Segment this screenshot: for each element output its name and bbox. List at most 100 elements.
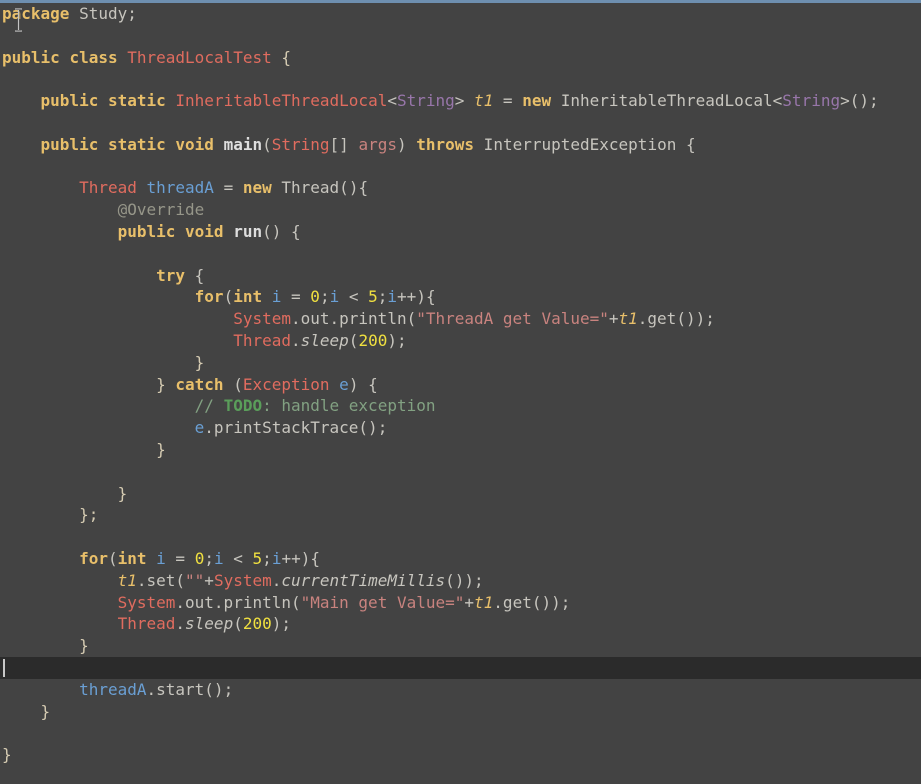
code-line[interactable]: e.printStackTrace(); [0, 417, 921, 439]
code-token: String [396, 91, 455, 111]
code-token: .get()); [637, 309, 715, 329]
code-line[interactable] [0, 656, 921, 679]
code-token: }; [79, 505, 99, 525]
code-line[interactable]: Thread threadA = new Thread(){ [0, 177, 921, 199]
code-line[interactable]: }; [0, 504, 921, 526]
code-token: new [242, 178, 272, 198]
code-line[interactable]: System.out.println("ThreadA get Value="+… [0, 308, 921, 330]
code-token: ( [107, 548, 118, 568]
code-line[interactable]: public static InheritableThreadLocal<Str… [0, 90, 921, 112]
code-line[interactable] [0, 68, 921, 90]
code-token: ( [223, 374, 243, 394]
code-token: ) { [348, 374, 378, 394]
code-token: + [608, 309, 619, 329]
code-token: 5 [368, 287, 378, 307]
code-line[interactable] [0, 112, 921, 134]
code-line[interactable]: package Study; [0, 3, 921, 25]
code-token: 5 [252, 548, 263, 568]
code-line[interactable]: } [0, 701, 921, 723]
code-line[interactable]: System.out.println("Main get Value="+t1.… [0, 592, 921, 614]
code-token: t1 [117, 570, 137, 590]
code-token: args [358, 134, 397, 154]
code-line[interactable]: t1.set(""+System.currentTimeMillis()); [0, 570, 921, 592]
code-token: public [40, 91, 99, 111]
code-token: ) [396, 134, 417, 154]
code-token: = [281, 287, 311, 307]
code-line[interactable]: for(int i = 0;i < 5;i++){ [0, 286, 921, 308]
code-line[interactable]: } [0, 744, 921, 766]
code-line[interactable] [0, 156, 921, 178]
code-line[interactable]: try { [0, 265, 921, 287]
code-token: Thread [233, 330, 291, 350]
code-token: ; [262, 548, 272, 568]
code-token: catch [175, 374, 224, 394]
code-token: = [213, 178, 243, 198]
code-line[interactable]: threadA.start(); [0, 679, 921, 701]
code-line[interactable]: } [0, 483, 921, 505]
code-token: 200 [358, 330, 388, 350]
code-token: ThreadLocalTest [127, 47, 272, 67]
code-token: .out.println( [290, 309, 417, 329]
code-content-area[interactable]: package Study; public class ThreadLocalT… [0, 3, 921, 766]
code-token: e [194, 418, 205, 438]
code-line[interactable]: } [0, 439, 921, 461]
code-line[interactable] [0, 722, 921, 744]
code-token: public [2, 47, 60, 67]
code-token: ; [319, 287, 330, 307]
code-token: } [194, 352, 205, 372]
code-token: < [223, 548, 253, 568]
code-line[interactable]: } [0, 635, 921, 657]
code-token: public [40, 134, 99, 154]
code-token: . [290, 330, 301, 350]
code-line[interactable]: for(int i = 0;i < 5;i++){ [0, 548, 921, 570]
code-line[interactable] [0, 243, 921, 265]
code-line[interactable]: } [0, 352, 921, 374]
code-editor[interactable]: package Study; public class ThreadLocalT… [0, 0, 921, 784]
code-token: threadA [79, 679, 147, 699]
code-token: String [782, 91, 841, 111]
code-line[interactable]: public void run() { [0, 221, 921, 243]
code-token: ( [348, 330, 359, 350]
code-token: ; [377, 287, 388, 307]
code-token: t1 [618, 309, 638, 329]
code-line[interactable] [0, 25, 921, 47]
code-line[interactable]: } catch (Exception e) { [0, 374, 921, 396]
code-token: i [387, 287, 398, 307]
code-line[interactable]: public class ThreadLocalTest { [0, 47, 921, 69]
code-token: < [387, 91, 397, 111]
code-line[interactable]: // TODO: handle exception [0, 395, 921, 417]
code-line[interactable]: public static void main(String[] args) t… [0, 134, 921, 156]
code-token: () { [262, 221, 301, 241]
code-line[interactable]: Thread.sleep(200); [0, 330, 921, 352]
code-token: package [2, 4, 70, 23]
code-line[interactable]: @Override [0, 199, 921, 221]
code-token: { [281, 47, 292, 67]
code-token: + [204, 570, 214, 590]
code-token: ()); [445, 570, 484, 590]
code-token: "Main get Value=" [300, 592, 465, 612]
code-token: } [117, 483, 128, 503]
code-line[interactable]: Thread.sleep(200); [0, 613, 921, 635]
code-token: .get()); [493, 592, 571, 612]
code-token: >(); [840, 91, 879, 111]
code-token: TODO [223, 396, 263, 416]
code-token: > [454, 91, 475, 111]
code-line[interactable] [0, 461, 921, 483]
code-line[interactable] [0, 526, 921, 548]
